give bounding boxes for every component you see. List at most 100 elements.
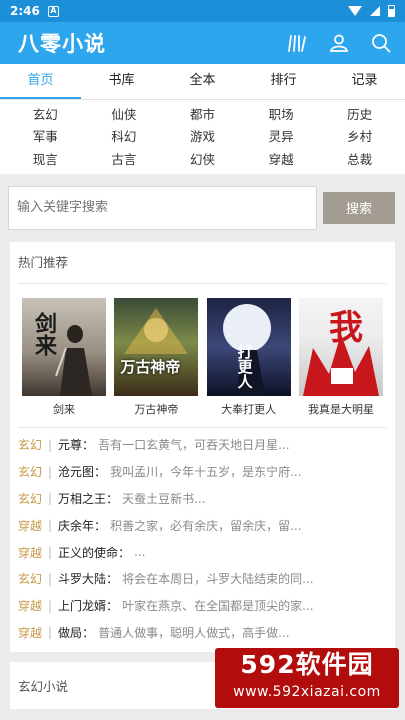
- tab-ranking[interactable]: 排行: [243, 64, 324, 99]
- book-category: 穿越: [18, 518, 43, 533]
- book-cover-image: 剑来: [22, 297, 106, 396]
- signal-icon: [370, 6, 380, 16]
- separator: |: [48, 625, 53, 640]
- list-item[interactable]: 玄幻 | 斗罗大陆：将会在本周日，斗罗大陆结束的同...: [18, 565, 387, 592]
- colon: ：: [82, 438, 95, 453]
- book-category: 穿越: [18, 545, 43, 560]
- status-bar: 2:46 A: [0, 0, 405, 22]
- separator: |: [48, 598, 53, 613]
- tab-library[interactable]: 书库: [81, 64, 162, 99]
- genre-link[interactable]: 都市: [163, 104, 242, 123]
- genre-link[interactable]: 玄幻: [6, 104, 85, 123]
- list-item[interactable]: 玄幻 | 万相之王：天蚕土豆新书...: [18, 485, 387, 512]
- user-icon[interactable]: [327, 31, 351, 55]
- bookshelf-icon[interactable]: [285, 31, 309, 55]
- tab-completed[interactable]: 全本: [162, 64, 243, 99]
- genre-link[interactable]: 军事: [6, 126, 85, 145]
- colon: ：: [82, 625, 95, 640]
- search-button[interactable]: 搜索: [323, 191, 395, 224]
- list-item[interactable]: 玄幻 | 沧元图：我叫孟川，今年十五岁，是东宁府...: [18, 458, 387, 485]
- book-description: 将会在本周日，斗罗大陆结束的同...: [122, 572, 314, 587]
- book-category: 穿越: [18, 625, 43, 640]
- separator: |: [48, 464, 53, 479]
- separator: |: [48, 437, 53, 452]
- genre-link[interactable]: 总裁: [320, 149, 399, 168]
- book-title: 庆余年: [58, 518, 95, 533]
- book-description: 我叫孟川，今年十五岁，是东宁府...: [110, 465, 302, 480]
- search-bar: 搜索: [0, 174, 405, 242]
- book-category: 玄幻: [18, 438, 43, 453]
- genre-link[interactable]: 现言: [6, 149, 85, 168]
- book-cover-item[interactable]: 剑来 剑来: [22, 297, 106, 417]
- separator: |: [48, 545, 53, 560]
- book-cover-image: 万古神帝: [114, 297, 199, 396]
- book-title: 剑来: [53, 402, 75, 416]
- genre-link[interactable]: 游戏: [163, 126, 242, 145]
- colon: ：: [106, 599, 119, 614]
- book-cover-image: 打更人: [206, 297, 291, 396]
- genre-link[interactable]: 幻侠: [163, 149, 242, 168]
- list-item[interactable]: 穿越 | 做局：普通人做事，聪明人做式，高手做...: [18, 619, 387, 646]
- watermark-url: www.592xiazai.com: [233, 684, 381, 700]
- book-cover-item[interactable]: 万古神帝 万古神帝: [114, 297, 199, 417]
- book-title: 元尊: [58, 438, 83, 453]
- separator: |: [48, 491, 53, 506]
- book-cover-item[interactable]: 我 我真是大明星: [298, 297, 383, 417]
- status-time: 2:46: [10, 4, 40, 18]
- section-title: 热门推荐: [18, 242, 387, 284]
- book-title: 斗罗大陆: [58, 572, 107, 587]
- search-input[interactable]: [8, 185, 317, 230]
- notification-a-icon: A: [47, 5, 59, 17]
- book-cover-image: 我: [298, 297, 383, 396]
- book-title: 大奉打更人: [221, 402, 277, 416]
- book-description: 天蚕土豆新书...: [122, 491, 206, 506]
- genre-link[interactable]: 科幻: [85, 126, 164, 145]
- tab-history[interactable]: 记录: [324, 64, 405, 99]
- book-description: 普通人做事，聪明人做式，高手做...: [98, 625, 290, 640]
- colon: ：: [118, 545, 131, 560]
- genre-link[interactable]: 古言: [85, 149, 164, 168]
- separator: |: [48, 571, 53, 586]
- colon: ：: [94, 518, 107, 533]
- book-category: 玄幻: [18, 572, 43, 587]
- watermark-main-text: 592软件园: [240, 650, 374, 679]
- main-tabs: 首页 书库 全本 排行 记录: [0, 64, 405, 100]
- app-title: 八零小说: [18, 32, 106, 56]
- genre-link[interactable]: 历史: [320, 104, 399, 123]
- list-item[interactable]: 穿越 | 正义的使命：...: [18, 539, 387, 566]
- search-icon[interactable]: [369, 31, 393, 55]
- book-title: 正义的使命: [58, 545, 119, 560]
- genre-link[interactable]: 穿越: [242, 149, 321, 168]
- cover-art-text: 打更人: [235, 343, 254, 389]
- genre-link[interactable]: 乡村: [320, 126, 399, 145]
- colon: ：: [94, 465, 107, 480]
- hot-book-list: 玄幻 | 元尊：吾有一口玄黄气，可吞天地日月星... 玄幻 | 沧元图：我叫孟川，今年十…: [18, 428, 387, 652]
- book-category: 玄幻: [18, 491, 43, 506]
- app-bar: 八零小说: [0, 22, 405, 64]
- genre-link[interactable]: 仙侠: [85, 104, 164, 123]
- genre-row: 军事 科幻 游戏 灵异 乡村: [6, 125, 399, 148]
- list-item[interactable]: 穿越 | 上门龙婿：叶家在燕京、在全国都是顶尖的家...: [18, 592, 387, 619]
- genre-link[interactable]: 灵异: [242, 126, 321, 145]
- genre-grid: 玄幻 仙侠 都市 职场 历史 军事 科幻 游戏 灵异 乡村 现言 古言 幻侠 穿…: [0, 100, 405, 174]
- book-title: 我真是大明星: [307, 402, 374, 416]
- book-title: 上门龙婿: [58, 599, 107, 614]
- book-description: 吾有一口玄黄气，可吞天地日月星...: [98, 438, 290, 453]
- genre-link[interactable]: 职场: [242, 104, 321, 123]
- colon: ：: [106, 491, 119, 506]
- battery-icon: [388, 5, 395, 17]
- book-description: 积善之家，必有余庆，留余庆，留...: [110, 518, 302, 533]
- book-title: 万相之王: [58, 491, 107, 506]
- tab-home[interactable]: 首页: [0, 64, 81, 99]
- book-category: 穿越: [18, 599, 43, 614]
- genre-row: 现言 古言 幻侠 穿越 总裁: [6, 147, 399, 170]
- book-description: 叶家在燕京、在全国都是顶尖的家...: [122, 599, 314, 614]
- colon: ：: [106, 572, 119, 587]
- cover-row: 剑来 剑来 万古神帝 万古神帝 打更人 大奉打更人 我 我真是大明星: [18, 284, 387, 428]
- hot-recommend-card: 热门推荐 剑来 剑来 万古神帝 万古神帝 打更人 大奉打更人 我 我真是大明星 …: [10, 241, 395, 652]
- book-category: 玄幻: [18, 465, 43, 480]
- book-cover-item[interactable]: 打更人 大奉打更人: [206, 297, 291, 417]
- list-item[interactable]: 穿越 | 庆余年：积善之家，必有余庆，留余庆，留...: [18, 512, 387, 539]
- list-item[interactable]: 玄幻 | 元尊：吾有一口玄黄气，可吞天地日月星...: [18, 432, 387, 459]
- book-title: 万古神帝: [134, 402, 179, 416]
